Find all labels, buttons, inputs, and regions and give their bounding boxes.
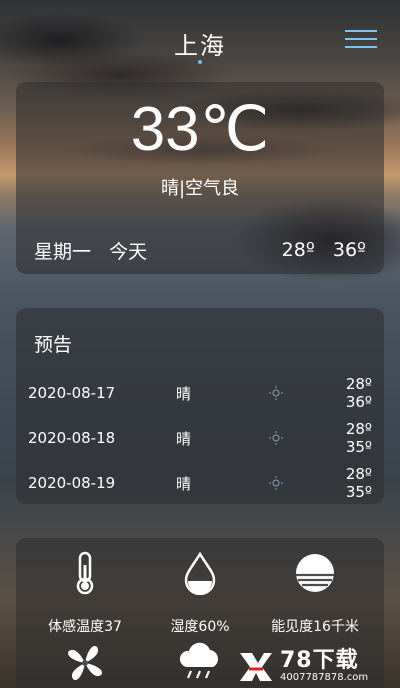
forecast-condition: 晴 — [176, 384, 192, 403]
visibility-icon — [254, 550, 376, 596]
forecast-high: 35º — [345, 483, 372, 501]
forecast-date: 2020-08-19 — [28, 474, 116, 492]
current-temperature: 33℃ — [130, 95, 270, 164]
forecast-low: 28º — [345, 465, 372, 483]
visibility-label: 能见度16千米 — [271, 619, 359, 635]
forecast-high: 35º — [345, 438, 372, 456]
forecast-row[interactable]: 2020-08-18 晴 28º 35º — [28, 420, 372, 456]
today-low: 28º — [281, 239, 315, 261]
watermark-url: 4007787878.com — [280, 671, 369, 683]
today-high: 36º — [332, 239, 366, 261]
sun-icon — [256, 476, 296, 490]
visibility-item: 能见度16千米 — [254, 550, 376, 636]
forecast-row[interactable]: 2020-08-17 晴 28º 36º — [28, 375, 372, 411]
humidity-item: 湿度60% — [139, 550, 261, 636]
forecast-condition: 晴 — [176, 474, 192, 493]
city-name[interactable]: 上海 — [0, 26, 400, 61]
forecast-row[interactable]: 2020-08-19 晴 28º 35º — [28, 465, 372, 501]
watermark-brand: 78下载 — [280, 647, 359, 673]
water-drop-icon — [139, 550, 261, 596]
thermometer-icon — [24, 550, 146, 596]
today-label: 今天 — [109, 240, 148, 263]
forecast-date: 2020-08-18 — [28, 429, 116, 447]
fan-icon — [24, 640, 146, 686]
forecast-low: 28º — [345, 420, 372, 438]
sun-icon — [256, 386, 296, 400]
top-bar: 上海 — [0, 0, 400, 70]
page-indicator-dot — [198, 60, 202, 64]
current-weather-card: 33℃ 晴|空气良 星期一 今天 28º 36º — [16, 82, 384, 274]
forecast-title: 预告 — [34, 334, 73, 356]
forecast-high: 36º — [345, 393, 372, 411]
weekday-label: 星期一 — [34, 240, 92, 263]
current-condition: 晴|空气良 — [160, 178, 240, 199]
forecast-low: 28º — [345, 375, 372, 393]
wind-item — [24, 640, 146, 686]
sun-icon — [256, 431, 296, 445]
site-watermark: 78下载 4007787878.com — [236, 646, 368, 686]
forecast-date: 2020-08-17 — [28, 384, 116, 402]
forecast-card: 预告 2020-08-17 晴 28º 36º 2020-08-18 晴 28º… — [16, 308, 384, 504]
forecast-condition: 晴 — [176, 429, 192, 448]
site-logo — [236, 647, 276, 685]
feels-like-item: 体感温度37 — [24, 550, 146, 636]
today-row: 星期一 今天 28º 36º — [34, 236, 366, 264]
humidity-label: 湿度60% — [170, 619, 230, 635]
hamburger-menu-icon[interactable] — [345, 28, 377, 50]
feels-like-label: 体感温度37 — [48, 619, 122, 635]
